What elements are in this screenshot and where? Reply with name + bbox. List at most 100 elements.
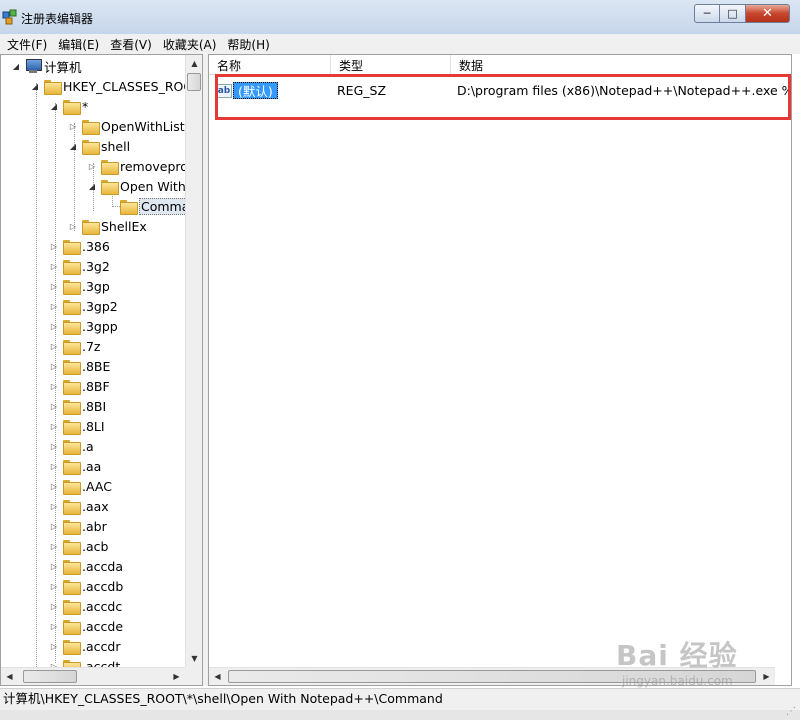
tree-node-extension[interactable]: ▷ .3gp xyxy=(49,276,110,296)
tree-node-extension[interactable]: ▷ .aax xyxy=(49,496,109,516)
list-horizontal-scrollbar[interactable]: ◀ ▶ xyxy=(209,667,775,685)
tree-node-label: .7z xyxy=(82,338,101,354)
tree-node-extension[interactable]: ▷ .a xyxy=(49,436,94,456)
tree-node-label: .a xyxy=(82,438,94,454)
scroll-thumb[interactable] xyxy=(23,670,77,683)
collapse-arrow-icon[interactable]: ◢ xyxy=(68,141,78,151)
tree-pane[interactable]: ◢ 计算机 ◢ HKEY_CLASSES_ROOT ◢ * ▷ OpenWith… xyxy=(0,54,203,686)
menu-help[interactable]: 帮助(H) xyxy=(223,36,273,53)
tree-node-label: .accdr xyxy=(82,638,121,654)
annotation-highlight-box xyxy=(215,74,791,120)
computer-icon xyxy=(25,59,42,73)
expand-arrow-icon[interactable]: ▷ xyxy=(49,301,59,311)
expand-arrow-icon[interactable]: ▷ xyxy=(68,121,78,131)
tree-node-extension[interactable]: ▷ .accdr xyxy=(49,636,120,656)
expand-arrow-icon[interactable]: ▷ xyxy=(49,421,59,431)
close-button[interactable]: ✕ xyxy=(746,4,790,23)
tree-node-extension[interactable]: ▷ .abr xyxy=(49,516,107,536)
tree-node-extension[interactable]: ▷ .8BE xyxy=(49,356,110,376)
expand-arrow-icon[interactable]: ▷ xyxy=(49,401,59,411)
menu-view[interactable]: 查看(V) xyxy=(106,36,156,53)
tree-node-extension[interactable]: ▷ .8BI xyxy=(49,396,106,416)
tree-node-extension[interactable]: ▷ .3gp2 xyxy=(49,296,118,316)
expand-arrow-icon[interactable]: ▷ xyxy=(49,601,59,611)
tree-node-label: .3gp xyxy=(82,278,110,294)
expand-arrow-icon[interactable]: ▷ xyxy=(68,221,78,231)
expand-arrow-icon[interactable]: ▷ xyxy=(49,621,59,631)
menu-edit[interactable]: 编辑(E) xyxy=(54,36,103,53)
expand-arrow-icon[interactable]: ▷ xyxy=(49,341,59,351)
expand-arrow-icon[interactable]: ▷ xyxy=(87,161,97,171)
scroll-right-arrow-icon[interactable]: ▶ xyxy=(168,668,185,685)
expand-arrow-icon[interactable]: ▷ xyxy=(49,461,59,471)
tree-node-shell[interactable]: ◢ shell xyxy=(68,136,130,156)
tree-node-extension[interactable]: ▷ .7z xyxy=(49,336,101,356)
tree-node-extension[interactable]: ▷ .AAC xyxy=(49,476,112,496)
tree-node-label: .386 xyxy=(82,238,110,254)
tree-node-openwithlist[interactable]: ▷ OpenWithList xyxy=(68,116,185,136)
scroll-up-arrow-icon[interactable]: ▲ xyxy=(186,55,202,72)
expand-arrow-icon[interactable]: ▷ xyxy=(49,321,59,331)
collapse-arrow-icon[interactable]: ◢ xyxy=(30,81,40,91)
tree-node-extension[interactable]: ▷ .3gpp xyxy=(49,316,118,336)
tree-node-shellex[interactable]: ▷ ShellEx xyxy=(68,216,147,236)
minimize-button[interactable]: ─ xyxy=(694,4,720,23)
values-pane[interactable]: 名称 类型 数据 ab (默认) REG_SZ D:\program files… xyxy=(208,54,792,686)
expand-arrow-icon[interactable]: ▷ xyxy=(49,521,59,531)
collapse-arrow-icon[interactable]: ◢ xyxy=(49,101,59,111)
tree-node-computer[interactable]: ◢ 计算机 xyxy=(11,56,82,76)
tree-node-extension[interactable]: ▷ .3g2 xyxy=(49,256,110,276)
tree-node-extension[interactable]: ▷ .accde xyxy=(49,616,123,636)
expand-arrow-icon[interactable]: ▷ xyxy=(49,241,59,251)
tree-node-extension[interactable]: ▷ .accdt xyxy=(49,656,120,667)
tree-node-extension[interactable]: ▷ .386 xyxy=(49,236,110,256)
expand-arrow-icon[interactable]: ▷ xyxy=(49,361,59,371)
tree-node-extension[interactable]: ▷ .accdb xyxy=(49,576,123,596)
menu-file[interactable]: 文件(F) xyxy=(3,36,51,53)
tree-node-star[interactable]: ◢ * xyxy=(49,96,88,116)
expand-arrow-icon[interactable]: ▷ xyxy=(49,261,59,271)
column-header-type[interactable]: 类型 xyxy=(331,55,451,75)
expand-arrow-icon[interactable]: ▷ xyxy=(49,281,59,291)
tree-horizontal-scrollbar[interactable]: ◀ ▶ xyxy=(1,667,185,685)
collapse-arrow-icon[interactable]: ◢ xyxy=(11,61,21,71)
window-bottom-border: ⋰ xyxy=(0,706,800,720)
tree-node-command[interactable]: Comma xyxy=(106,196,186,216)
tree-node-extension[interactable]: ▷ .acb xyxy=(49,536,108,556)
menu-bar: 文件(F) 编辑(E) 查看(V) 收藏夹(A) 帮助(H) xyxy=(0,34,800,54)
expand-arrow-icon[interactable]: ▷ xyxy=(49,581,59,591)
expand-arrow-icon[interactable]: ▷ xyxy=(49,561,59,571)
tree-node-removepro[interactable]: ▷ removepro xyxy=(87,156,186,176)
resize-grip-icon[interactable]: ⋰ xyxy=(786,706,798,718)
expand-arrow-icon[interactable]: ▷ xyxy=(49,501,59,511)
scroll-left-arrow-icon[interactable]: ◀ xyxy=(209,668,226,685)
maximize-button[interactable]: □ xyxy=(720,4,746,23)
status-path: 计算机\HKEY_CLASSES_ROOT\*\shell\Open With … xyxy=(3,691,443,706)
column-header-name[interactable]: 名称 xyxy=(209,55,331,75)
tree-node-hkcr[interactable]: ◢ HKEY_CLASSES_ROOT xyxy=(30,76,186,96)
expand-arrow-icon[interactable]: ▷ xyxy=(49,481,59,491)
tree-node-extension[interactable]: ▷ .accdc xyxy=(49,596,122,616)
folder-icon xyxy=(63,299,81,315)
expand-arrow-icon[interactable]: ▷ xyxy=(49,541,59,551)
scroll-down-arrow-icon[interactable]: ▼ xyxy=(186,650,202,667)
collapse-arrow-icon[interactable]: ◢ xyxy=(87,181,97,191)
tree-node-extension[interactable]: ▷ .8BF xyxy=(49,376,110,396)
scroll-thumb[interactable] xyxy=(187,73,201,91)
scroll-right-arrow-icon[interactable]: ▶ xyxy=(758,668,775,685)
menu-favorites[interactable]: 收藏夹(A) xyxy=(159,36,221,53)
expand-arrow-icon[interactable]: ▷ xyxy=(49,441,59,451)
scroll-thumb[interactable] xyxy=(228,670,756,683)
column-header-data[interactable]: 数据 xyxy=(451,55,791,75)
tree-node-extension[interactable]: ▷ .8LI xyxy=(49,416,105,436)
tree-node-extension[interactable]: ▷ .aa xyxy=(49,456,101,476)
expand-arrow-icon[interactable]: ▷ xyxy=(49,381,59,391)
tree-vertical-scrollbar[interactable]: ▲ ▼ xyxy=(185,55,202,667)
folder-icon xyxy=(63,339,81,355)
scroll-left-arrow-icon[interactable]: ◀ xyxy=(1,668,18,685)
tree-node-open-with[interactable]: ◢ Open With xyxy=(87,176,186,196)
expand-arrow-icon[interactable]: ▷ xyxy=(49,641,59,651)
tree-node-extension[interactable]: ▷ .accda xyxy=(49,556,123,576)
tree-node-label: ShellEx xyxy=(101,218,147,234)
folder-icon xyxy=(63,259,81,275)
